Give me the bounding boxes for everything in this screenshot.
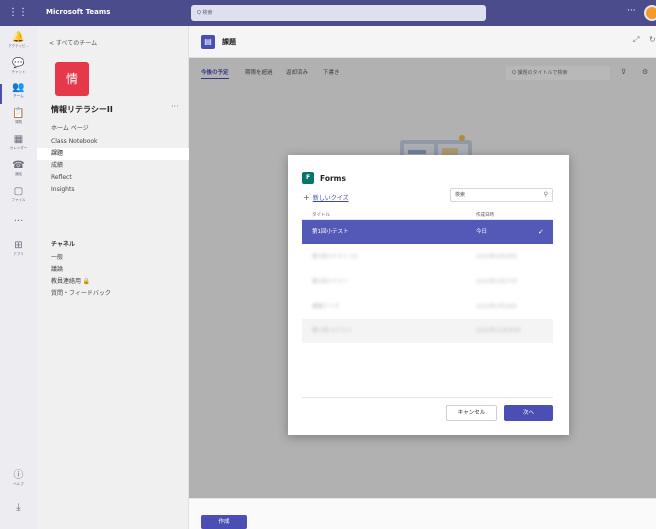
page-title: 課題 [222, 38, 236, 46]
next-button[interactable]: 次へ [504, 405, 553, 421]
forms-dialog: F Forms + 新しいクイズ 検索 ⚲ タイトル 作成日時 第1回小テスト 今… [288, 155, 569, 435]
channels-header: チャネル [51, 241, 75, 248]
assignments-icon: 📋 [12, 108, 25, 119]
phone-icon: ☎ [12, 160, 25, 171]
rail-item-activity[interactable]: 🔔 アクティビ... [0, 32, 37, 56]
nav-home[interactable]: ホーム ページ [37, 123, 189, 135]
file-icon: ▢ [13, 186, 24, 197]
row-title: 第1回小テスト [312, 279, 349, 285]
rail-item-chat[interactable]: 💬 チャット [0, 58, 37, 82]
bell-icon: 🔔 [12, 32, 25, 43]
column-header-title[interactable]: タイトル [312, 212, 330, 218]
create-button[interactable]: 作成 [201, 515, 247, 529]
row-date: 2023年2月28日 [476, 254, 517, 260]
apps-icon: ⊞ [14, 240, 23, 251]
column-header-created[interactable]: 作成日時 [476, 212, 494, 218]
assignments-icon: ▤ [201, 35, 215, 49]
rail-item-apps[interactable]: ⊞ アプリ [0, 240, 37, 264]
nav-reflect[interactable]: Reflect [37, 172, 189, 184]
chat-icon: 💬 [12, 58, 25, 69]
channel-general[interactable]: 一般 [37, 252, 189, 264]
rail-item-calls[interactable]: ☎ 通話 [0, 160, 37, 184]
search-input[interactable]: Q 検索 [191, 5, 486, 21]
rail-label: 通話 [15, 172, 22, 176]
rail-item-teams[interactable]: 👥 チーム [0, 82, 37, 106]
forms-search-placeholder: 検索 [455, 192, 466, 198]
download-icon: ⤓ [16, 502, 21, 513]
plus-icon: + [303, 193, 310, 202]
rail-label: アクティビ... [8, 44, 29, 48]
app-launcher-icon[interactable]: ⋮⋮ [8, 6, 28, 20]
search-icon: ⚲ [543, 191, 548, 198]
app-title: Microsoft Teams [46, 8, 111, 16]
nav-class-notebook[interactable]: Class Notebook [37, 136, 189, 148]
new-quiz-label: 新しいクイズ [312, 195, 349, 202]
table-row[interactable]: 第1回小テスト 今日 ✓ [302, 220, 553, 244]
cancel-button[interactable]: キャンセル [446, 405, 497, 421]
rail-label: カレンダー [9, 146, 28, 150]
avatar[interactable] [644, 5, 656, 21]
rail-item-help[interactable]: ⓘ ヘルプ [0, 470, 37, 494]
create-bar: 作成 [189, 498, 656, 529]
forms-search-input[interactable]: 検索 ⚲ [450, 188, 553, 202]
more-icon: ··· [13, 216, 24, 227]
row-date: 今日 [476, 229, 488, 235]
row-title: 模擬クイズ [312, 304, 340, 310]
table-row[interactable]: 第三回 小テスト 2022年11月30日 [302, 319, 553, 343]
row-title: 第1回小テスト [312, 229, 349, 235]
rail-label: ヘルプ [13, 482, 24, 486]
calendar-icon: ▦ [13, 134, 24, 145]
row-date: 2022年11月30日 [476, 328, 521, 334]
back-to-all-teams[interactable]: < すべてのチーム [49, 38, 97, 47]
rail-item-assignments[interactable]: 📋 課題 [0, 108, 37, 132]
nav-grades[interactable]: 成績 [37, 160, 189, 172]
main-header: ▤ 課題 ⤢ ↻ [189, 26, 656, 58]
refresh-icon[interactable]: ↻ [649, 35, 656, 44]
team-avatar: 情 [55, 62, 89, 96]
nav-assignments[interactable]: 課題 [37, 148, 189, 160]
rail-item-files[interactable]: ▢ ファイル [0, 186, 37, 210]
rail-label: アプリ [13, 252, 24, 256]
more-options-icon[interactable]: ··· [627, 6, 636, 16]
app-rail: 🔔 アクティビ... 💬 チャット 👥 チーム 📋 課題 ▦ カレンダー ☎ 通… [0, 26, 37, 529]
table-row[interactable]: 第1回小テスト (2) 2023年2月28日 [302, 245, 553, 269]
rail-label: チーム [13, 94, 24, 98]
rail-item-calendar[interactable]: ▦ カレンダー [0, 134, 37, 158]
table-row[interactable]: 模擬クイズ 2023年2月26日 [302, 295, 553, 319]
team-more-icon[interactable]: ··· [171, 102, 179, 111]
expand-icon[interactable]: ⤢ [633, 35, 639, 45]
rail-label: チャット [11, 70, 26, 74]
team-sidebar: < すべてのチーム 情 情報リテラシーII ··· ホーム ページ Class … [37, 26, 189, 529]
teams-icon: 👥 [12, 82, 25, 93]
row-title: 第1回小テスト (2) [312, 254, 359, 260]
channel-staff[interactable]: 教員連絡用 🔒 [37, 276, 189, 288]
new-quiz-link[interactable]: + 新しいクイズ [303, 193, 349, 202]
rail-label: 課題 [15, 120, 22, 124]
table-row[interactable]: 第1回小テスト 2023年2月27日 [302, 270, 553, 294]
title-bar: ⋮⋮ Microsoft Teams Q 検索 ··· [0, 0, 656, 26]
forms-logo-icon: F [302, 172, 314, 184]
channel-discussion[interactable]: 議論 [37, 264, 189, 276]
divider [302, 397, 553, 398]
rail-label: ファイル [11, 198, 26, 202]
help-icon: ⓘ [13, 470, 24, 481]
dialog-title: Forms [320, 174, 346, 183]
rail-item-more[interactable]: ··· [0, 216, 37, 240]
team-name: 情報リテラシーII [51, 105, 113, 114]
row-title: 第三回 小テスト [312, 328, 353, 334]
nav-insights[interactable]: Insights [37, 184, 189, 196]
channel-questions[interactable]: 質問・フィードバック [37, 288, 189, 300]
row-date: 2023年2月27日 [476, 279, 517, 285]
row-date: 2023年2月26日 [476, 304, 517, 310]
rail-item-download[interactable]: ⤓ [0, 502, 37, 526]
check-icon: ✓ [538, 228, 544, 236]
